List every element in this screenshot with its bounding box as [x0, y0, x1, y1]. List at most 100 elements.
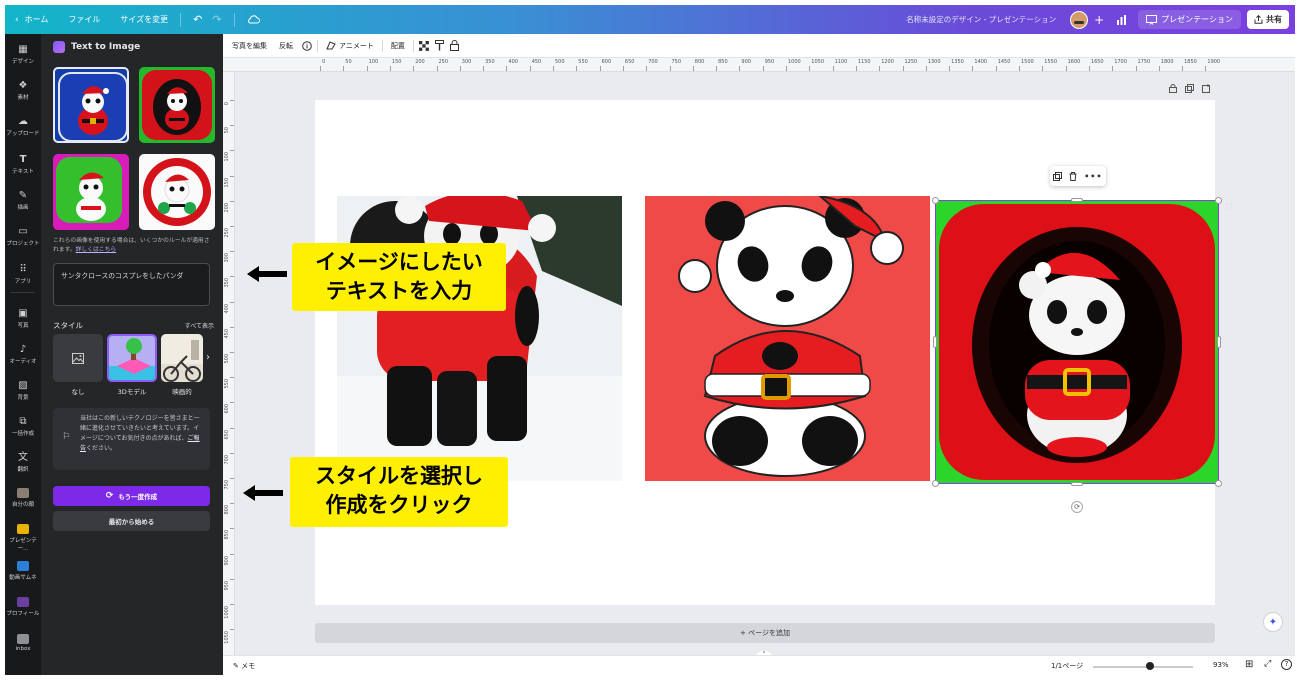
ruler-tick-label: 450 [531, 59, 542, 65]
rail-item-apps[interactable]: ⠿ アプリ [5, 264, 41, 285]
resize-handle[interactable] [1071, 198, 1083, 202]
rail-item-draw[interactable]: ✎ 描画 [5, 190, 41, 211]
rail-item-profile-app[interactable]: プロフィール [5, 597, 41, 617]
rail-item-elements[interactable]: ❖ 素材 [5, 80, 41, 101]
file-menu[interactable]: ファイル [58, 5, 110, 34]
animate-button[interactable]: アニメート [320, 34, 380, 57]
ruler-tick-label: 50 [345, 59, 352, 65]
lock-page-icon[interactable] [1169, 84, 1177, 93]
style-option-none[interactable] [53, 334, 103, 382]
rail-item-design[interactable]: ▦ デザイン [5, 44, 41, 65]
see-all-styles-link[interactable]: すべて表示 [185, 321, 214, 330]
rail-item-inbox-app[interactable]: inbox [5, 634, 41, 652]
generated-image-thumb-2[interactable] [139, 67, 215, 143]
redo-button[interactable]: ↷ [212, 5, 231, 34]
add-page-button[interactable]: + ページを追加 [315, 623, 1215, 643]
ruler-tick-label: 400 [508, 59, 518, 65]
rail-item-projects[interactable]: ▭ プロジェクト [5, 226, 41, 247]
resize-handle[interactable] [1215, 197, 1222, 204]
add-collaborator-icon[interactable]: + [1094, 13, 1104, 27]
grid-view-icon[interactable]: ⊞ [1245, 659, 1253, 670]
zoom-slider-knob[interactable] [1146, 662, 1154, 670]
panda-photo [337, 196, 622, 481]
rail-item-translate[interactable]: 文翻訳 [5, 452, 41, 473]
rail-item-uploads[interactable]: ☁ アップロード [5, 116, 41, 137]
page-count[interactable]: 1/1ページ [1051, 661, 1083, 671]
insights-button[interactable] [1110, 10, 1132, 30]
resize-handle[interactable] [1217, 336, 1221, 348]
flip-button[interactable]: 反転 [273, 34, 299, 57]
learn-more-link[interactable]: 詳しくはこちら [76, 247, 117, 253]
ruler-tick-label: 300 [461, 59, 472, 65]
rail-item-audio[interactable]: ♪ オーディオ [5, 344, 41, 365]
lock-button[interactable] [447, 34, 462, 57]
ruler-tick-label: 1000 [788, 59, 801, 65]
generated-image-thumb-4[interactable] [139, 154, 215, 230]
generated-image-thumb-3[interactable] [53, 154, 129, 230]
rail-item-photos[interactable]: ▣ 写真 [5, 308, 41, 329]
resize-button[interactable]: サイズを変更 [110, 5, 178, 34]
top-bar: ‹ ホーム ファイル サイズを変更 ↶ ↷ 名称未設定のデザイン - プレゼンテ… [5, 5, 1295, 34]
ruler-tick-label: 150 [391, 59, 402, 65]
magic-assist-button[interactable]: ✦ [1263, 612, 1283, 632]
transparency-icon [418, 40, 429, 51]
arrange-button[interactable]: 配置 [385, 34, 411, 57]
panda-santa-image [53, 154, 129, 230]
duplicate-page-icon[interactable] [1185, 84, 1194, 93]
ruler-tick-label: 750 [671, 59, 682, 65]
ruler-tick-label: 1100 [834, 59, 848, 65]
resize-handle[interactable] [1215, 480, 1222, 487]
copy-icon[interactable] [1053, 171, 1063, 181]
chevron-right-icon[interactable]: › [206, 352, 210, 363]
start-over-button[interactable]: 最初から始める [53, 511, 210, 531]
document-title[interactable]: 名称未設定のデザイン - プレゼンテーション [906, 14, 1056, 25]
copy-style-button[interactable] [432, 34, 447, 57]
heart-icon[interactable]: ♡ [1225, 203, 1233, 213]
resize-handle[interactable] [932, 197, 939, 204]
zoom-level[interactable]: 93% [1213, 661, 1229, 669]
ruler-tick-label: 900 [224, 555, 230, 566]
add-page-icon[interactable] [1202, 84, 1211, 93]
rail-item-video-thumb-app[interactable]: 動画サムネ [5, 561, 41, 581]
ruler-tick-label: 1800 [1160, 59, 1174, 65]
undo-button[interactable]: ↶ [183, 5, 212, 34]
panda-santa-image [58, 72, 127, 141]
style-option-3d-model[interactable] [107, 334, 157, 382]
prompt-input[interactable]: サンタクロースのコスプレをしたパンダ [53, 263, 210, 306]
avatar[interactable] [1070, 10, 1089, 29]
rotate-handle[interactable]: ⟳ [1071, 501, 1083, 513]
video-thumb-app-icon [17, 561, 29, 571]
prompt-input-value: サンタクロースのコスプレをしたパンダ [61, 272, 184, 280]
generated-image-thumb-1[interactable] [53, 67, 129, 143]
ruler-tick-label: 1250 [904, 59, 918, 65]
zoom-slider-track[interactable] [1093, 666, 1193, 668]
notes-button[interactable]: ✎ メモ [233, 661, 255, 671]
cinematic-style-image [161, 334, 203, 382]
more-options-icon[interactable]: ••• [1084, 172, 1102, 181]
edit-photo-button[interactable]: 写真を編集 [223, 34, 273, 57]
style-option-cinematic[interactable] [161, 334, 203, 382]
rail-item-presentation-app[interactable]: プレゼンテー... [5, 524, 41, 552]
regenerate-button[interactable]: ⟳ もう一度作成 [53, 486, 210, 506]
rail-item-face-app[interactable]: 自分の顔 [5, 488, 41, 508]
text-to-image-logo-icon [53, 41, 65, 53]
fullscreen-icon[interactable]: ⤢ [1264, 659, 1271, 669]
cloud-save-button[interactable] [237, 5, 270, 34]
resize-handle[interactable] [932, 480, 939, 487]
rail-item-bulk-create[interactable]: ⧉ 一括作成 [5, 416, 41, 437]
panda-illustration-image[interactable] [645, 196, 930, 481]
share-button[interactable]: 共有 [1247, 10, 1289, 29]
rail-item-text[interactable]: T テキスト [5, 154, 41, 175]
home-button[interactable]: ‹ ホーム [5, 5, 58, 34]
info-button[interactable] [299, 34, 315, 57]
present-button[interactable]: プレゼンテーション [1138, 10, 1241, 29]
rail-item-background[interactable]: ▨ 背景 [5, 380, 41, 401]
paint-roller-icon [434, 40, 444, 51]
resize-handle[interactable] [933, 336, 937, 348]
help-icon[interactable]: ? [1281, 659, 1292, 670]
transparency-button[interactable] [416, 34, 432, 57]
resize-handle[interactable] [1071, 482, 1083, 486]
panda-photo-image[interactable] [337, 196, 622, 481]
ruler-tick-label: 1050 [811, 59, 825, 65]
trash-icon[interactable] [1069, 171, 1077, 181]
